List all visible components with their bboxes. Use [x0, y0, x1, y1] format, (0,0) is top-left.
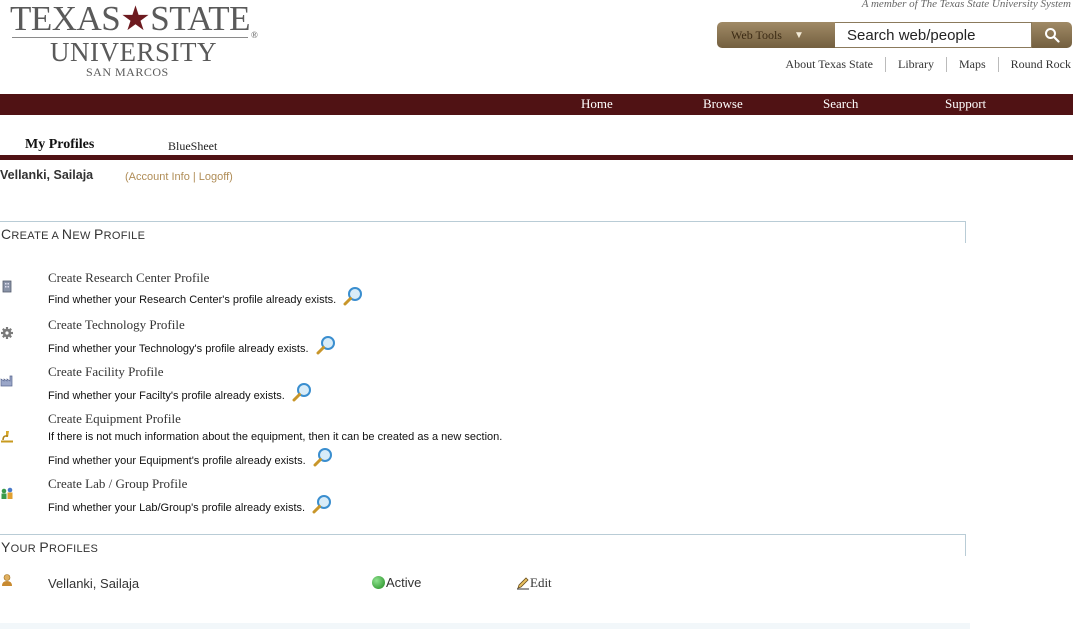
gear-icon: [1, 327, 13, 339]
nav-browse[interactable]: Browse: [703, 96, 743, 112]
factory-icon: [0, 375, 13, 387]
find-technology: Find whether your Technology's profile a…: [48, 335, 337, 355]
magnifier-icon[interactable]: [311, 494, 333, 514]
account-links[interactable]: (Account Info | Logoff): [125, 171, 233, 183]
create-research-center-link[interactable]: Create Research Center Profile: [48, 270, 209, 286]
equipment-note: If there is not much information about t…: [48, 431, 503, 443]
nav-search[interactable]: Search: [823, 96, 858, 112]
utility-links: About Texas State Library Maps Round Roc…: [773, 57, 1071, 72]
link-round-rock[interactable]: Round Rock: [999, 57, 1071, 72]
find-research-center: Find whether your Research Center's prof…: [48, 286, 364, 306]
magnifier-icon[interactable]: [342, 286, 364, 306]
star-icon: ★: [120, 1, 151, 38]
create-equipment-link[interactable]: Create Equipment Profile: [48, 411, 181, 427]
search-button[interactable]: [1032, 22, 1072, 48]
web-tools-dropdown[interactable]: Web Tools ▼: [717, 22, 837, 48]
create-section-title: CREATE A NEW PROFILE: [1, 226, 146, 242]
find-lab-group: Find whether your Lab/Group's profile al…: [48, 494, 333, 514]
search-input[interactable]: [835, 22, 1032, 48]
logo-texas: TEXAS: [10, 0, 121, 38]
edit-profile-link[interactable]: Edit: [516, 575, 552, 591]
logo-university: UNIVERSITY: [50, 37, 217, 67]
nav-home[interactable]: Home: [581, 96, 613, 112]
tab-my-profiles[interactable]: My Profiles: [25, 137, 94, 153]
web-tools-label: Web Tools: [731, 27, 782, 42]
magnifier-icon[interactable]: [315, 335, 337, 355]
edit-label: Edit: [530, 575, 552, 590]
pencil-icon: [517, 576, 529, 589]
university-logo[interactable]: TEXAS★STATE: [10, 0, 250, 39]
logo-registered-mark: ®: [251, 30, 258, 40]
tab-bluesheet[interactable]: BlueSheet: [168, 139, 217, 154]
magnifier-icon: [1045, 28, 1060, 43]
create-lab-group-link[interactable]: Create Lab / Group Profile: [48, 476, 187, 492]
status-active-icon: [372, 576, 385, 589]
system-member-text: A member of The Texas State University S…: [861, 0, 1071, 10]
tab-underline: [0, 155, 1073, 160]
link-maps[interactable]: Maps: [947, 57, 998, 72]
logo-san-marcos: SAN MARCOS: [86, 65, 169, 79]
find-equipment: Find whether your Equipment's profile al…: [48, 447, 334, 467]
bottom-strip: [0, 623, 970, 629]
building-icon: [2, 280, 12, 293]
link-library[interactable]: Library: [886, 57, 946, 72]
user-name: Vellanki, Sailaja: [0, 168, 94, 182]
dropdown-arrow-icon: ▼: [793, 29, 804, 41]
lab-group-icon: [1, 487, 13, 499]
profile-status: Active: [372, 575, 421, 590]
nav-support[interactable]: Support: [945, 96, 986, 112]
magnifier-icon[interactable]: [291, 382, 313, 402]
create-facility-link[interactable]: Create Facility Profile: [48, 364, 164, 380]
magnifier-icon[interactable]: [312, 447, 334, 467]
your-profiles-title: YOUR PROFILES: [1, 539, 99, 555]
find-facility: Find whether your Facilty's profile alre…: [48, 382, 313, 402]
microscope-icon: [1, 431, 13, 443]
your-profiles-header: [0, 534, 966, 556]
link-about[interactable]: About Texas State: [773, 57, 885, 72]
main-nav: Home Browse Search Support: [0, 94, 1073, 115]
person-icon: [2, 574, 12, 586]
logo-state: STATE: [150, 0, 250, 38]
create-technology-link[interactable]: Create Technology Profile: [48, 317, 185, 333]
status-label: Active: [386, 575, 422, 590]
profile-name: Vellanki, Sailaja: [48, 576, 140, 591]
